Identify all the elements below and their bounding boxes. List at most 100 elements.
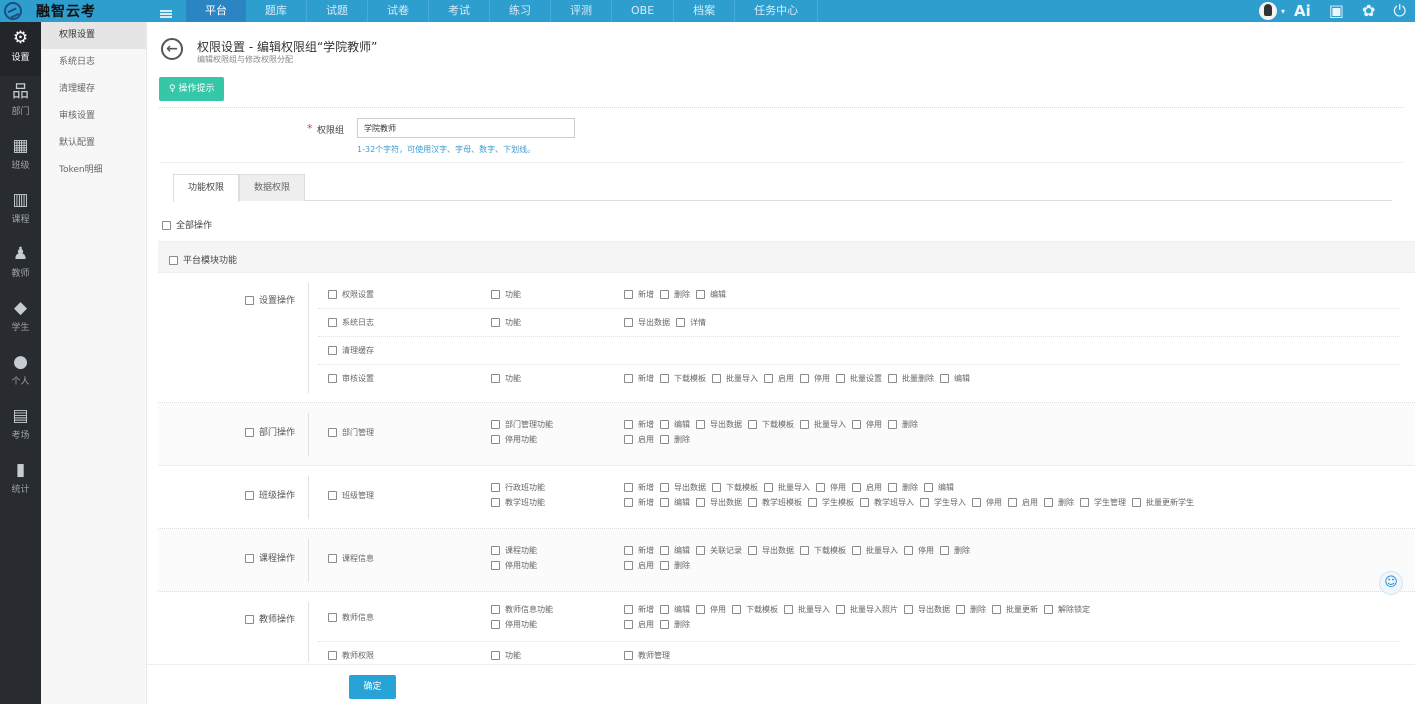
checkbox[interactable]: [808, 498, 817, 507]
checkbox[interactable]: [1080, 498, 1089, 507]
checkbox[interactable]: [328, 374, 337, 383]
action-checkbox[interactable]: 编辑: [940, 374, 970, 383]
checkbox[interactable]: [904, 605, 913, 614]
action-checkbox[interactable]: 编辑: [696, 290, 726, 299]
group-checkbox[interactable]: 课程操作: [245, 551, 295, 564]
checkbox[interactable]: [748, 546, 757, 555]
row-name-checkbox[interactable]: 课程信息: [328, 553, 374, 564]
side-menu-item[interactable]: 清理缓存: [41, 76, 146, 103]
checkbox[interactable]: [764, 374, 773, 383]
rail-item[interactable]: ▮ 统计: [0, 454, 41, 508]
action-checkbox[interactable]: 批量导入: [784, 605, 830, 614]
group-checkbox[interactable]: 教师操作: [245, 612, 295, 625]
function-checkbox[interactable]: 部门管理功能: [491, 420, 553, 429]
back-icon[interactable]: ←: [161, 38, 183, 60]
action-checkbox[interactable]: 导出数据: [624, 318, 670, 327]
checkbox[interactable]: [940, 546, 949, 555]
tips-button[interactable]: ♀ 操作提示: [159, 77, 225, 101]
checkbox[interactable]: [491, 605, 500, 614]
ai-icon[interactable]: Ai: [1294, 0, 1311, 22]
action-checkbox[interactable]: 启用: [1008, 498, 1038, 507]
action-checkbox[interactable]: 新增: [624, 546, 654, 555]
action-checkbox[interactable]: 删除: [660, 435, 690, 444]
action-checkbox[interactable]: 导出数据: [904, 605, 950, 614]
menu-toggle-icon[interactable]: [160, 10, 172, 18]
checkbox[interactable]: [491, 374, 500, 383]
checkbox[interactable]: [624, 620, 633, 629]
checkbox[interactable]: [888, 420, 897, 429]
checkbox[interactable]: [245, 615, 254, 624]
checkbox[interactable]: [624, 435, 633, 444]
action-checkbox[interactable]: 批量导入: [800, 420, 846, 429]
checkbox[interactable]: [491, 546, 500, 555]
checkbox[interactable]: [624, 318, 633, 327]
action-checkbox[interactable]: 批量更新学生: [1132, 498, 1194, 507]
action-checkbox[interactable]: 导出数据: [660, 483, 706, 492]
action-checkbox[interactable]: 删除: [956, 605, 986, 614]
action-checkbox[interactable]: 删除: [888, 420, 918, 429]
checkbox[interactable]: [696, 290, 705, 299]
palette-icon[interactable]: ✿: [1362, 0, 1375, 22]
checkbox[interactable]: [764, 483, 773, 492]
checkbox[interactable]: [491, 498, 500, 507]
checkbox[interactable]: [660, 483, 669, 492]
checkbox[interactable]: [940, 374, 949, 383]
action-checkbox[interactable]: 编辑: [924, 483, 954, 492]
action-checkbox[interactable]: 停用: [800, 374, 830, 383]
nav-item[interactable]: OBE: [612, 0, 675, 22]
confirm-button[interactable]: 确定: [349, 675, 396, 699]
function-checkbox[interactable]: 教学班功能: [491, 497, 545, 508]
checkbox[interactable]: [852, 546, 861, 555]
checkbox[interactable]: [660, 290, 669, 299]
action-checkbox[interactable]: 新增: [624, 498, 654, 507]
row-name-checkbox[interactable]: 权限设置: [328, 289, 374, 300]
checkbox[interactable]: [624, 483, 633, 492]
rail-item[interactable]: 品部门: [0, 76, 41, 130]
checkbox[interactable]: [676, 318, 685, 327]
group-checkbox[interactable]: 设置操作: [245, 293, 295, 306]
side-menu-item[interactable]: 默认配置: [41, 130, 146, 157]
action-checkbox[interactable]: 批量更新: [992, 605, 1038, 614]
checkbox[interactable]: [328, 346, 337, 355]
robot-assistant-icon[interactable]: ☺: [1379, 571, 1403, 595]
row-name-checkbox[interactable]: 系统日志: [328, 317, 374, 328]
nav-item[interactable]: 试题: [307, 0, 368, 22]
checkbox[interactable]: [696, 605, 705, 614]
checkbox[interactable]: [328, 290, 337, 299]
action-checkbox[interactable]: 导出数据: [748, 546, 794, 555]
checkbox[interactable]: [712, 374, 721, 383]
action-checkbox[interactable]: 教师管理: [624, 651, 670, 660]
action-checkbox[interactable]: 停用: [696, 605, 726, 614]
checkbox[interactable]: [800, 420, 809, 429]
checkbox[interactable]: [784, 605, 793, 614]
nav-item[interactable]: 考试: [429, 0, 490, 22]
checkbox[interactable]: [956, 605, 965, 614]
checkbox[interactable]: [748, 420, 757, 429]
checkbox[interactable]: [660, 546, 669, 555]
action-checkbox[interactable]: 启用: [624, 620, 654, 629]
module-header[interactable]: 平台模块功能: [158, 241, 1415, 273]
checkbox[interactable]: [491, 420, 500, 429]
function-checkbox[interactable]: 功能: [491, 651, 521, 660]
group-name-input[interactable]: [357, 118, 575, 138]
action-checkbox[interactable]: 编辑: [660, 498, 690, 507]
nav-item[interactable]: 试卷: [368, 0, 429, 22]
rail-item[interactable]: ◆ 学生: [0, 292, 41, 346]
group-checkbox[interactable]: 班级操作: [245, 488, 295, 501]
checkbox[interactable]: [624, 561, 633, 570]
nav-item[interactable]: 档案: [674, 0, 736, 22]
action-checkbox[interactable]: 教学班模板: [748, 498, 802, 507]
checkbox[interactable]: [491, 435, 500, 444]
action-checkbox[interactable]: 批量导入: [764, 483, 810, 492]
checkbox[interactable]: [624, 374, 633, 383]
action-checkbox[interactable]: 下载模板: [660, 374, 706, 383]
checkbox[interactable]: [924, 483, 933, 492]
action-checkbox[interactable]: 批量导入: [852, 546, 898, 555]
checkbox[interactable]: [712, 483, 721, 492]
checkbox[interactable]: [1044, 498, 1053, 507]
action-checkbox[interactable]: 下载模板: [712, 483, 758, 492]
checkbox[interactable]: [328, 651, 337, 660]
checkbox[interactable]: [1132, 498, 1141, 507]
action-checkbox[interactable]: 解除锁定: [1044, 605, 1090, 614]
tab[interactable]: 数据权限: [239, 174, 306, 201]
